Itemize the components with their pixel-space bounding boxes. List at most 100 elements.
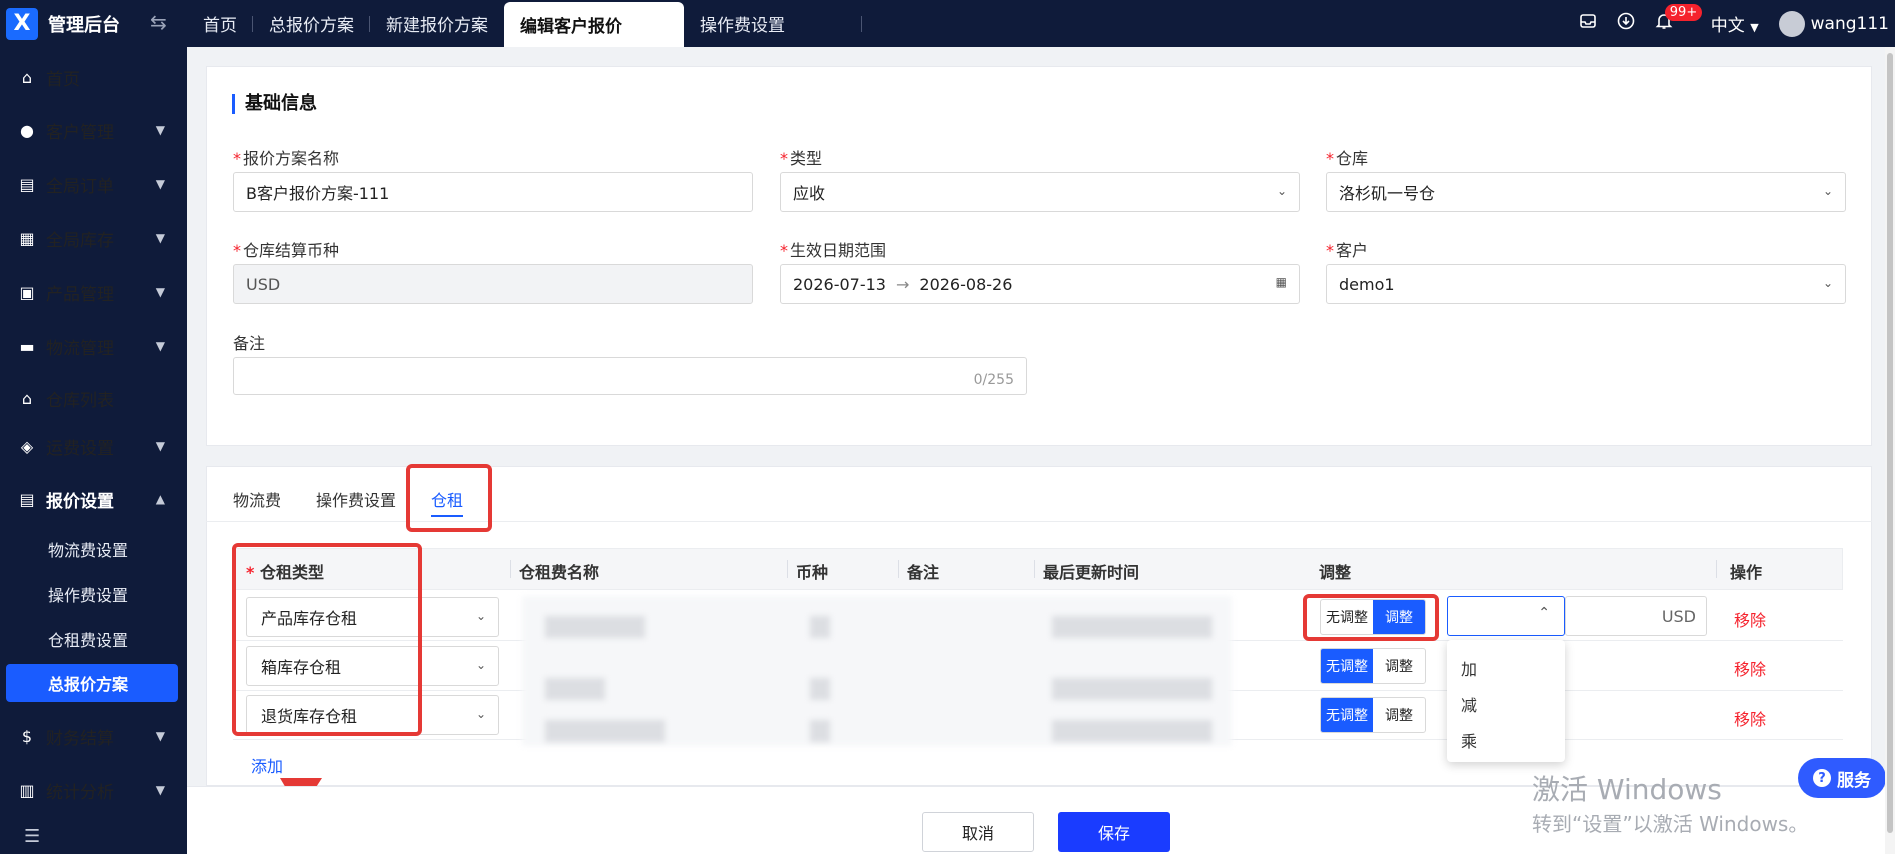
redacted-block xyxy=(545,678,605,700)
tab-total-quote[interactable]: 总报价方案 xyxy=(253,0,370,47)
save-button[interactable]: 保存 xyxy=(1058,812,1170,852)
chevron-down-icon: ▼ xyxy=(155,285,165,299)
sidebar-item-logistics[interactable]: ▬ 物流管理 ▼ xyxy=(0,326,187,366)
customer-select[interactable]: demo1 ⌄ xyxy=(1326,264,1846,304)
redacted-block xyxy=(545,616,645,638)
chevron-down-icon: ⌄ xyxy=(1276,184,1287,198)
sidebar-subitem-storage-fee[interactable]: 仓租费设置 xyxy=(0,620,187,658)
sidebar-subitem-total-quote[interactable]: 总报价方案 xyxy=(6,664,178,702)
menu-item-multiply[interactable]: 乘 xyxy=(1461,728,1477,752)
label-text: 客户 xyxy=(1336,241,1369,260)
sidebar-item-quote-settings[interactable]: ▤ 报价设置 ▲ xyxy=(0,479,187,519)
brand-title: 管理后台 xyxy=(48,14,120,36)
download-icon[interactable] xyxy=(1617,12,1635,35)
column-separator xyxy=(1034,560,1035,578)
redacted-block xyxy=(1052,720,1212,742)
collapse-sidebar-icon[interactable]: ⇆ xyxy=(150,10,167,34)
tab-label: 新建报价方案 xyxy=(386,16,488,36)
home-icon: ⌂ xyxy=(21,67,33,87)
top-bar: X 管理后台 ⇆ 首页 总报价方案 新建报价方案 编辑客户报价 操作费设置 99… xyxy=(0,0,1895,47)
redacted-block xyxy=(1052,616,1212,638)
tab-label: 操作费设置 xyxy=(700,16,785,36)
sidebar-item-statistics[interactable]: ▥ 统计分析 ▼ xyxy=(0,770,187,810)
remark-textarea[interactable]: 0/255 xyxy=(233,357,1027,395)
highlight-adjust-toggle xyxy=(1303,594,1439,641)
sidebar-item-label: 全局订单 xyxy=(46,176,114,197)
label-text: 生效日期范围 xyxy=(790,241,887,260)
chevron-down-icon: ▼ xyxy=(155,231,165,245)
remove-link[interactable]: 移除 xyxy=(1734,706,1766,730)
remove-link[interactable]: 移除 xyxy=(1734,607,1766,631)
operator-select[interactable]: ⌃ xyxy=(1447,596,1565,636)
tab-logistics-fee[interactable]: 物流费 xyxy=(233,487,281,511)
sidebar-item-products[interactable]: ▣ 产品管理 ▼ xyxy=(0,272,187,312)
sidebar-item-label: 仓库列表 xyxy=(46,390,114,411)
chevron-down-icon: ⌄ xyxy=(1822,184,1833,198)
menu-fold-icon[interactable]: ☰ xyxy=(24,826,40,847)
adjust-option[interactable]: 调整 xyxy=(1373,698,1425,732)
warehouse-select[interactable]: 洛杉矶一号仓 ⌄ xyxy=(1326,172,1846,212)
sidebar-subitem-logistics-fee[interactable]: 物流费设置 xyxy=(0,530,187,568)
sidebar-item-orders[interactable]: ▤ 全局订单 ▼ xyxy=(0,164,187,204)
remove-link[interactable]: 移除 xyxy=(1734,656,1766,680)
input-value: B客户报价方案-111 xyxy=(246,184,390,203)
cancel-button[interactable]: 取消 xyxy=(922,812,1034,852)
scrollbar-thumb[interactable] xyxy=(1887,53,1893,833)
column-separator xyxy=(898,560,899,578)
adjust-option[interactable]: 调整 xyxy=(1373,649,1425,683)
notification-badge: 99+ xyxy=(1664,4,1703,21)
operator-dropdown: 加 减 乘 xyxy=(1447,640,1565,762)
menu-item-subtract[interactable]: 减 xyxy=(1461,692,1477,716)
type-select[interactable]: 应收 ⌄ xyxy=(780,172,1300,212)
sidebar-item-label: 全局库存 xyxy=(46,230,114,251)
tab-new-quote[interactable]: 新建报价方案 xyxy=(370,0,504,47)
date-range-picker[interactable]: 2026-07-13 → 2026-08-26 ▦ xyxy=(780,264,1300,304)
column-header-fee-name: 仓租费名称 xyxy=(519,563,600,582)
column-header-remark: 备注 xyxy=(907,563,940,582)
no-adjust-option[interactable]: 无调整 xyxy=(1321,698,1373,732)
warehouse-label: * 仓库 xyxy=(1326,149,1369,168)
language-select[interactable]: 中文 ▼ xyxy=(1711,11,1759,36)
chevron-up-icon: ⌃ xyxy=(1538,605,1550,621)
tab-edit-customer-quote[interactable]: 编辑客户报价 xyxy=(504,2,684,47)
chevron-down-icon: ▼ xyxy=(155,177,165,191)
chevron-down-icon: ▼ xyxy=(155,123,165,137)
truck-icon: ▬ xyxy=(19,336,35,356)
adjust-toggle[interactable]: 无调整 调整 xyxy=(1320,648,1426,684)
briefcase-icon: ▣ xyxy=(19,282,35,302)
label-text: 仓库 xyxy=(1336,149,1369,168)
inbox-icon[interactable] xyxy=(1579,12,1597,35)
notification-bell-icon[interactable]: 99+ xyxy=(1655,4,1703,35)
scrollbar[interactable] xyxy=(1885,47,1895,854)
select-value: 洛杉矶一号仓 xyxy=(1339,184,1436,203)
char-counter: 0/255 xyxy=(973,372,1014,388)
sidebar-item-label: 物流管理 xyxy=(46,338,114,359)
sidebar-item-label: 产品管理 xyxy=(46,284,114,305)
input-value: USD xyxy=(246,274,281,294)
sidebar-item-inventory[interactable]: ▦ 全局库存 ▼ xyxy=(0,218,187,258)
tab-home[interactable]: 首页 xyxy=(187,0,253,47)
sidebar-item-customers[interactable]: ● 客户管理 ▼ xyxy=(0,110,187,150)
user-menu[interactable]: wang111 xyxy=(1778,10,1889,37)
adjust-toggle[interactable]: 无调整 调整 xyxy=(1320,697,1426,733)
menu-item-add[interactable]: 加 xyxy=(1461,656,1477,680)
service-button[interactable]: ? 服务 xyxy=(1798,758,1886,798)
calendar-icon: ▦ xyxy=(1275,275,1287,289)
sidebar-item-home[interactable]: ⌂ 首页 xyxy=(0,57,187,97)
warehouse-icon: ▦ xyxy=(19,228,35,248)
tab-operation-fee-settings[interactable]: 操作费设置 xyxy=(316,487,396,511)
sidebar-subitem-operation-fee[interactable]: 操作费设置 xyxy=(0,575,187,613)
arrow-right-icon: → xyxy=(895,274,910,294)
date-start: 2026-07-13 xyxy=(793,274,886,294)
dollar-icon: $ xyxy=(21,726,33,746)
quote-name-input[interactable]: B客户报价方案-111 xyxy=(233,172,753,212)
sidebar-item-finance[interactable]: $ 财务结算 ▼ xyxy=(0,716,187,756)
tab-label: 总报价方案 xyxy=(269,16,354,36)
sidebar-item-warehouses[interactable]: ⌂ 仓库列表 xyxy=(0,378,187,418)
highlight-storage-tab xyxy=(406,464,492,532)
no-adjust-option[interactable]: 无调整 xyxy=(1321,649,1373,683)
help-icon: ? xyxy=(1813,769,1831,787)
tab-operation-fee[interactable]: 操作费设置 xyxy=(684,0,862,47)
adjust-amount-input[interactable]: USD xyxy=(1565,596,1707,636)
sidebar-item-freight[interactable]: ◈ 运费设置 ▼ xyxy=(0,426,187,466)
